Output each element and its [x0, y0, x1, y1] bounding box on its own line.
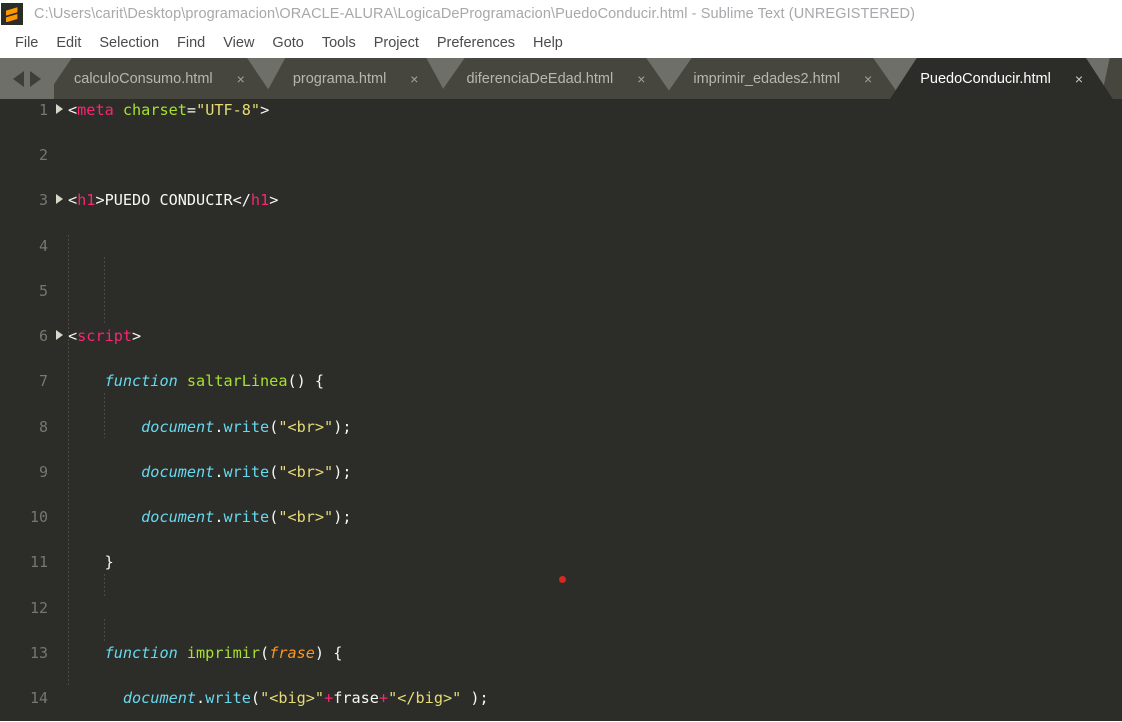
tab-label: diferenciaDeEdad.html: [466, 70, 614, 87]
menu-item-find[interactable]: Find: [168, 32, 214, 54]
indent-guide: [104, 393, 106, 439]
tab-label: PuedoConducir.html: [920, 70, 1051, 87]
close-icon[interactable]: ×: [237, 72, 245, 86]
line-code: document.write("<br>");: [141, 508, 352, 527]
menu-item-view[interactable]: View: [214, 32, 263, 54]
tab-strip: calculoConsumo.html × programa.html × difere…: [44, 58, 1122, 99]
code-line[interactable]: 10 document.write("<br>");: [0, 506, 1122, 529]
tab-puedoconducir-html[interactable]: PuedoConducir.html ×: [890, 58, 1113, 99]
menu-item-file[interactable]: File: [6, 32, 47, 54]
tab-bar: calculoConsumo.html × programa.html × difere…: [0, 58, 1122, 99]
mouse-cursor-marker: [559, 576, 566, 583]
menu-item-preferences[interactable]: Preferences: [428, 32, 524, 54]
code-line[interactable]: 7 function saltarLinea() {: [0, 370, 1122, 393]
menu-item-project[interactable]: Project: [365, 32, 428, 54]
line-code: <meta charset="UTF-8">: [68, 101, 270, 119]
line-number: 2: [38, 146, 48, 165]
line-code: <h1>PUEDO CONDUCIR</h1>: [68, 191, 279, 210]
code-line[interactable]: 13 function imprimir(frase) {: [0, 642, 1122, 665]
tab-label: calculoConsumo.html: [74, 70, 213, 87]
indent-guide: [104, 257, 106, 326]
close-icon[interactable]: ×: [637, 72, 645, 86]
line-code: function imprimir(frase) {: [104, 643, 343, 662]
title-bar: C:\Users\carit\Desktop\programacion\ORAC…: [0, 0, 1122, 28]
code-line[interactable]: 3 <h1>PUEDO CONDUCIR</h1>: [0, 189, 1122, 212]
sublime-text-logo-icon: [1, 3, 23, 25]
line-number: 11: [29, 553, 48, 572]
indent-guide: [104, 619, 106, 642]
line-number: 10: [29, 508, 48, 527]
tab-calculoconsumo-html[interactable]: calculoConsumo.html ×: [44, 58, 275, 99]
tab-label: programa.html: [292, 70, 387, 87]
line-number: 1: [38, 101, 48, 119]
arrow-left-icon[interactable]: [13, 70, 24, 87]
close-icon[interactable]: ×: [1075, 72, 1083, 86]
window-title: C:\Users\carit\Desktop\programacion\ORAC…: [34, 6, 916, 22]
menu-item-goto[interactable]: Goto: [263, 32, 312, 54]
line-number: 5: [38, 281, 48, 300]
line-number: 8: [38, 417, 48, 436]
line-number: 9: [38, 462, 48, 481]
line-code: document.write("<big>"+frase+"</big>" );: [122, 688, 489, 707]
line-number: 4: [38, 236, 48, 255]
line-number: 14: [29, 688, 48, 707]
close-icon[interactable]: ×: [864, 72, 872, 86]
indent-guide: [104, 574, 106, 597]
code-line[interactable]: 2: [0, 144, 1122, 167]
code-editor[interactable]: 1 <meta charset="UTF-8"> 2 3 <h1>PUEDO CONDU…: [0, 99, 1122, 721]
line-number: 12: [29, 598, 48, 617]
code-line[interactable]: 4: [0, 235, 1122, 258]
fold-arrow-icon[interactable]: [56, 104, 63, 114]
code-line[interactable]: 1 <meta charset="UTF-8">: [0, 99, 1122, 122]
code-line[interactable]: 6 <script>: [0, 325, 1122, 348]
line-code: }: [104, 553, 114, 572]
code-line[interactable]: 11 }: [0, 551, 1122, 574]
line-code: document.write("<br>");: [141, 462, 352, 481]
code-line[interactable]: 12: [0, 597, 1122, 620]
line-number: 6: [38, 327, 48, 346]
menu-item-edit[interactable]: Edit: [47, 32, 90, 54]
close-icon[interactable]: ×: [410, 72, 418, 86]
line-code: <script>: [68, 327, 142, 346]
code-line[interactable]: 8 document.write("<br>");: [0, 416, 1122, 439]
code-line[interactable]: 9 document.write("<br>");: [0, 461, 1122, 484]
line-code: document.write("<br>");: [141, 417, 352, 436]
arrow-right-icon[interactable]: [30, 70, 41, 87]
fold-arrow-icon[interactable]: [56, 330, 63, 341]
code-line[interactable]: 5: [0, 280, 1122, 303]
indent-guide: [68, 234, 69, 688]
tab-programa-html[interactable]: programa.html ×: [262, 58, 449, 99]
menu-bar: File Edit Selection Find View Goto Tools…: [0, 28, 1122, 58]
line-code: function saltarLinea() {: [104, 372, 325, 391]
tab-navigation-controls: [0, 58, 54, 99]
menu-item-tools[interactable]: Tools: [313, 32, 365, 54]
menu-item-help[interactable]: Help: [524, 32, 572, 54]
tab-imprimir-edades2-html[interactable]: imprimir_edades2.html ×: [663, 58, 903, 99]
code-line[interactable]: 14 document.write("<big>"+frase+"</big>"…: [0, 687, 1122, 710]
line-number: 7: [38, 372, 48, 391]
line-number: 3: [38, 191, 48, 210]
menu-item-selection[interactable]: Selection: [90, 32, 168, 54]
fold-arrow-icon[interactable]: [56, 194, 63, 205]
tab-diferenciadeedad-html[interactable]: diferenciaDeEdad.html ×: [436, 58, 676, 99]
line-number: 13: [29, 643, 48, 662]
code-lines-container: 1 <meta charset="UTF-8"> 2 3 <h1>PUEDO CONDU…: [0, 99, 1122, 721]
tab-label: imprimir_edades2.html: [693, 70, 841, 87]
